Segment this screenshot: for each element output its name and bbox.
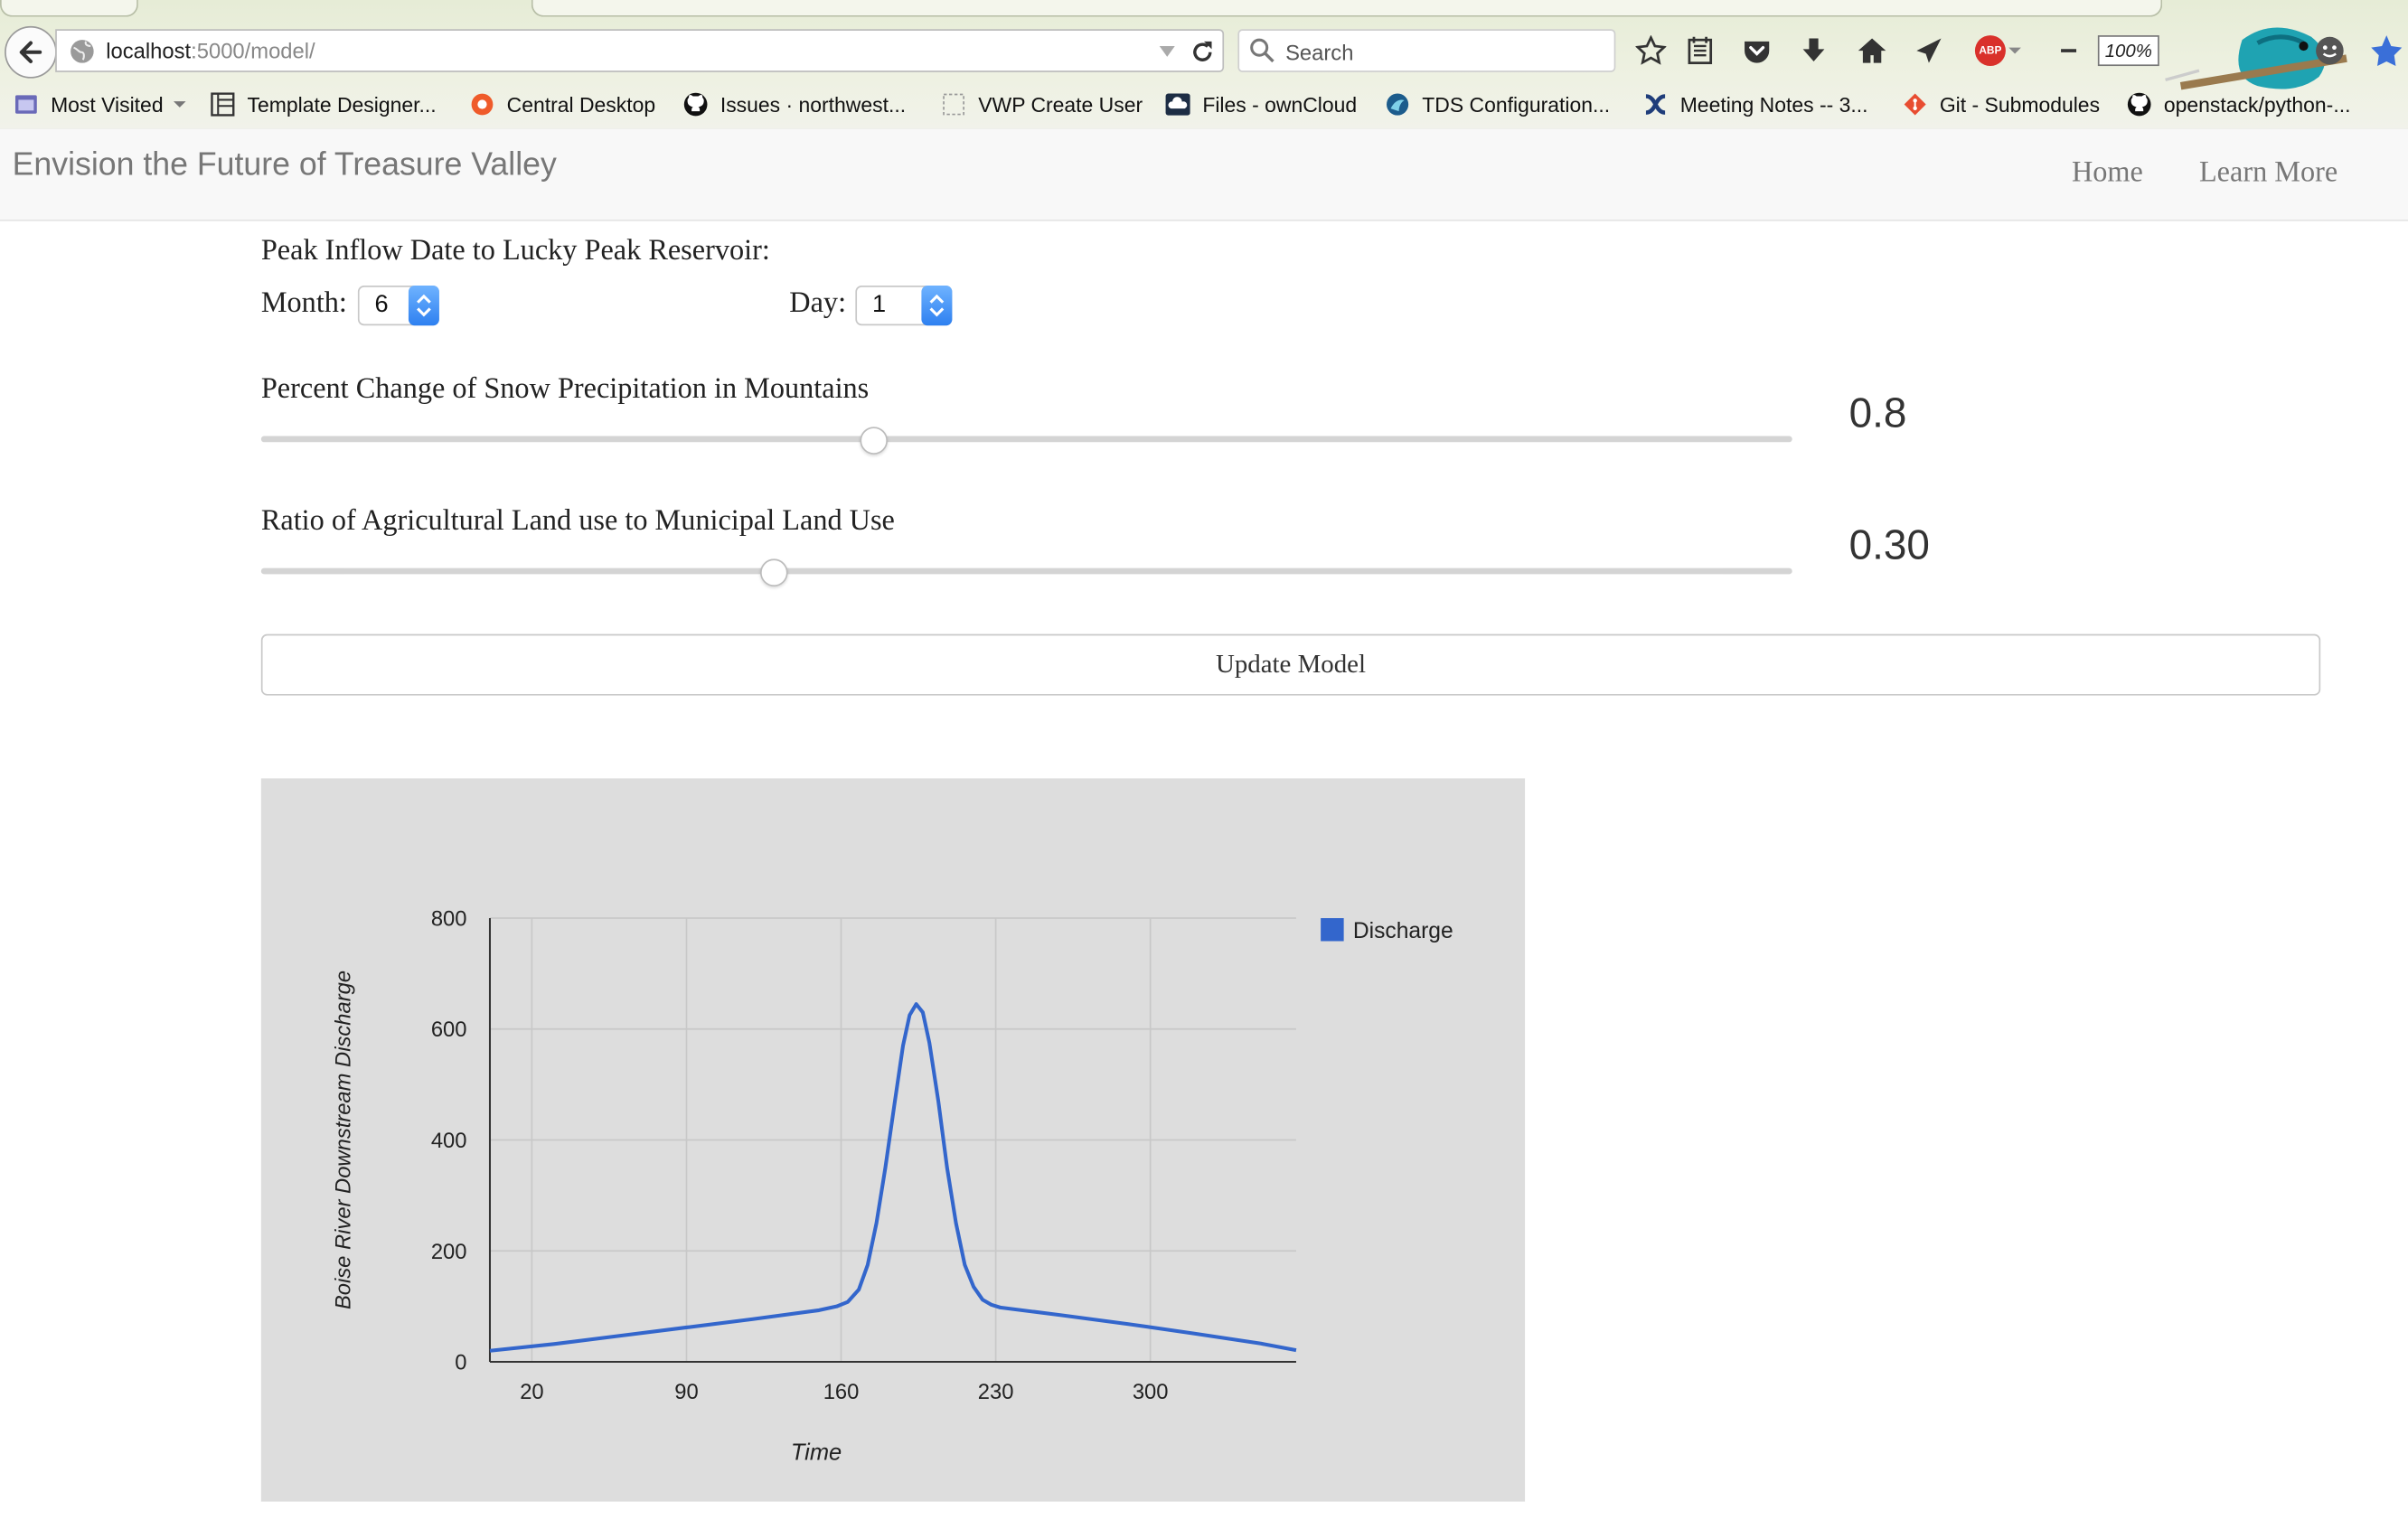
bookmark-label: Central Desktop [506, 92, 656, 117]
hello-smiley-icon[interactable] [2313, 33, 2347, 67]
bookmark-label: Files - ownCloud [1202, 92, 1358, 117]
y-tick-label: 800 [431, 906, 467, 931]
search-icon [1250, 38, 1275, 63]
day-select[interactable]: 1 [855, 286, 953, 326]
url-text[interactable]: localhost:5000/model/ [106, 38, 315, 62]
nav-link-home[interactable]: Home [2072, 156, 2143, 190]
home-icon[interactable] [1855, 33, 1888, 67]
browser-toolbar: localhost:5000/model/ Search ABP 100% Mo… [0, 0, 2408, 131]
y-tick-label: 400 [431, 1129, 467, 1153]
bookmark-label: Git - Submodules [1939, 92, 2101, 117]
update-model-button[interactable]: Update Model [260, 633, 2321, 696]
most-visited-icon [14, 92, 38, 117]
bookmark-label: Template Designer... [247, 92, 437, 117]
discharge-series-line[interactable] [489, 1002, 1297, 1353]
snow-precip-slider-track[interactable] [260, 436, 1792, 443]
discharge-chart: 0 200 400 600 800 20 90 160 230 300 Time Boise Rive… [260, 778, 1526, 1502]
x-axis-title: Time [791, 1440, 842, 1466]
select-arrows-icon [408, 286, 439, 326]
adblock-menu-chevron-icon[interactable] [2004, 33, 2026, 67]
bookmark-issues-northwest[interactable]: Issues · northwest... [683, 84, 906, 124]
snow-precip-slider-thumb[interactable] [860, 427, 888, 455]
bookmark-label: VWP Create User [978, 92, 1143, 117]
month-label: Month: [260, 286, 347, 320]
zoom-out-icon[interactable] [2052, 33, 2085, 67]
day-label: Day: [789, 286, 847, 320]
navigation-row: localhost:5000/model/ Search ABP 100% [0, 24, 2408, 90]
active-tab-edge[interactable] [531, 0, 2163, 17]
extension-star-icon[interactable] [2370, 33, 2403, 67]
bookmark-label: TDS Configuration... [1422, 92, 1611, 117]
x-tick-label: 20 [520, 1380, 543, 1404]
url-path: :5000/model/ [191, 38, 315, 63]
x-tick-label: 90 [674, 1380, 698, 1404]
nav-link-learn-more[interactable]: Learn More [2199, 156, 2337, 190]
tab-strip-edge [0, 0, 138, 17]
x-tick-label: 230 [978, 1380, 1014, 1404]
url-host: localhost [106, 38, 192, 63]
legend-label: Discharge [1353, 919, 1453, 943]
bookmark-meeting-notes[interactable]: Meeting Notes -- 3... [1643, 84, 1868, 124]
legend-swatch [1321, 918, 1344, 942]
month-select[interactable]: 6 [357, 286, 439, 326]
history-dropdown-icon[interactable] [1156, 37, 1178, 65]
github-icon [2127, 92, 2151, 117]
template-icon [211, 92, 235, 117]
github-icon [683, 92, 708, 117]
central-desktop-icon [470, 92, 494, 117]
snow-precip-label: Percent Change of Snow Precipitation in … [260, 372, 870, 406]
y-tick-label: 200 [431, 1240, 467, 1264]
snow-precip-value: 0.8 [1848, 389, 1907, 436]
git-icon [1903, 92, 1927, 117]
blank-page-icon [941, 92, 965, 117]
bookmark-label: Meeting Notes -- 3... [1679, 92, 1868, 117]
tds-icon [1385, 92, 1409, 117]
site-brand[interactable]: Envision the Future of Treasure Valley [13, 147, 557, 184]
y-tick-label: 0 [455, 1351, 466, 1375]
x-tick-label: 160 [823, 1380, 860, 1404]
land-use-slider-thumb[interactable] [759, 558, 788, 587]
bookmark-label: Most Visited [51, 92, 164, 117]
reading-list-icon[interactable] [1683, 33, 1717, 67]
bookmark-openstack-python[interactable]: openstack/python-... [2127, 84, 2350, 124]
select-arrows-icon [921, 286, 953, 326]
pocket-icon[interactable] [1740, 33, 1773, 67]
back-button[interactable] [5, 25, 57, 79]
globe-icon [71, 40, 94, 63]
bookmark-template-designer[interactable]: Template Designer... [211, 84, 437, 124]
land-use-ratio-label: Ratio of Agricultural Land use to Munici… [260, 504, 895, 538]
land-use-slider-track[interactable] [260, 568, 1792, 575]
day-value: 1 [872, 291, 887, 318]
owncloud-icon [1165, 92, 1190, 117]
bookmark-label: openstack/python-... [2163, 92, 2351, 117]
bookmarks-toolbar: Most Visited Template Designer... Centra… [0, 84, 2408, 124]
bookmark-star-icon[interactable] [1634, 33, 1668, 67]
land-use-value: 0.30 [1848, 521, 1930, 568]
bookmark-label: Issues · northwest... [720, 92, 907, 117]
month-value: 6 [374, 291, 389, 318]
back-arrow-icon [19, 41, 42, 63]
search-placeholder: Search [1285, 40, 1354, 65]
adblock-plus-icon[interactable]: ABP [1973, 33, 2007, 67]
bookmark-most-visited[interactable]: Most Visited [14, 84, 187, 124]
bookmark-files-owncloud[interactable]: Files - ownCloud [1165, 84, 1358, 124]
chart-svg: 0 200 400 600 800 20 90 160 230 300 Time Boise Rive… [331, 906, 1453, 1466]
bookmark-vwp-create-user[interactable]: VWP Create User [941, 84, 1143, 124]
send-tab-icon[interactable] [1912, 33, 1945, 67]
search-box[interactable]: Search [1237, 29, 1616, 72]
peak-inflow-title: Peak Inflow Date to Lucky Peak Reservoir… [260, 234, 770, 267]
downloads-icon[interactable] [1797, 33, 1830, 67]
bookmark-central-desktop[interactable]: Central Desktop [470, 84, 655, 124]
site-navbar: Envision the Future of Treasure Valley H… [0, 128, 2408, 221]
confluence-icon [1643, 92, 1668, 117]
x-tick-label: 300 [1133, 1380, 1169, 1404]
url-bar[interactable]: localhost:5000/model/ [55, 29, 1225, 72]
bookmark-git-submodules[interactable]: Git - Submodules [1903, 84, 2100, 124]
bookmark-tds-configuration[interactable]: TDS Configuration... [1385, 84, 1610, 124]
y-axis-title: Boise River Downstream Discharge [331, 971, 355, 1309]
y-tick-label: 600 [431, 1018, 467, 1042]
reload-icon[interactable] [1187, 37, 1218, 68]
chevron-down-icon [174, 101, 187, 108]
